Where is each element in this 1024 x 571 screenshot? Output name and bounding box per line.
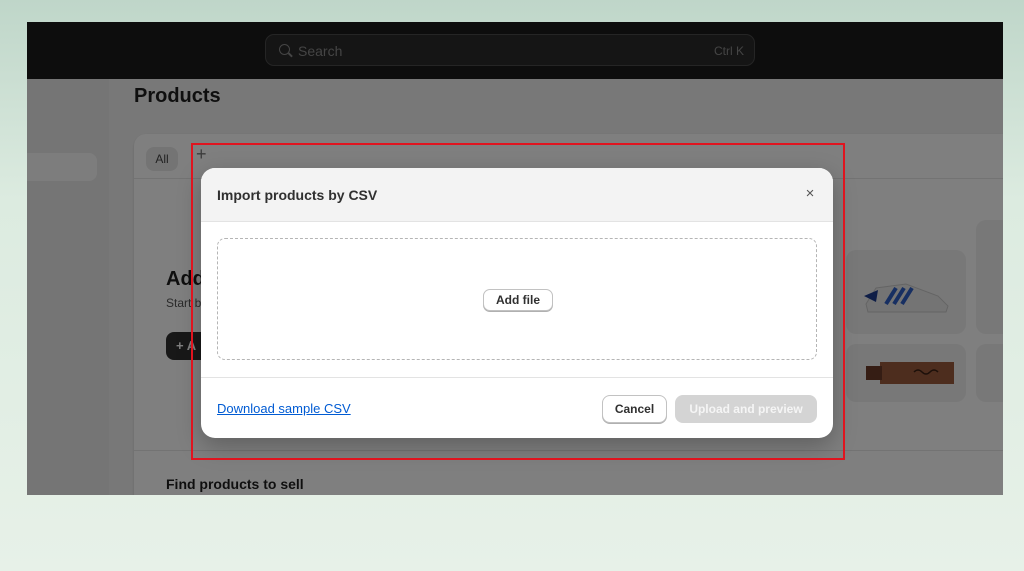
modal-header: Import products by CSV × xyxy=(201,168,833,222)
modal-title: Import products by CSV xyxy=(217,187,378,203)
add-file-button[interactable]: Add file xyxy=(483,289,553,311)
app-window: Search Ctrl K Products All + Add Start b… xyxy=(27,22,1003,495)
close-icon[interactable]: × xyxy=(801,185,819,203)
file-dropzone[interactable]: Add file xyxy=(217,238,817,360)
download-sample-csv-link[interactable]: Download sample CSV xyxy=(217,401,351,416)
modal-footer: Download sample CSV Cancel Upload and pr… xyxy=(201,377,833,438)
upload-and-preview-button: Upload and preview xyxy=(675,395,817,423)
cancel-button[interactable]: Cancel xyxy=(602,395,667,423)
import-csv-modal: Import products by CSV × Add file Downlo… xyxy=(201,168,833,438)
